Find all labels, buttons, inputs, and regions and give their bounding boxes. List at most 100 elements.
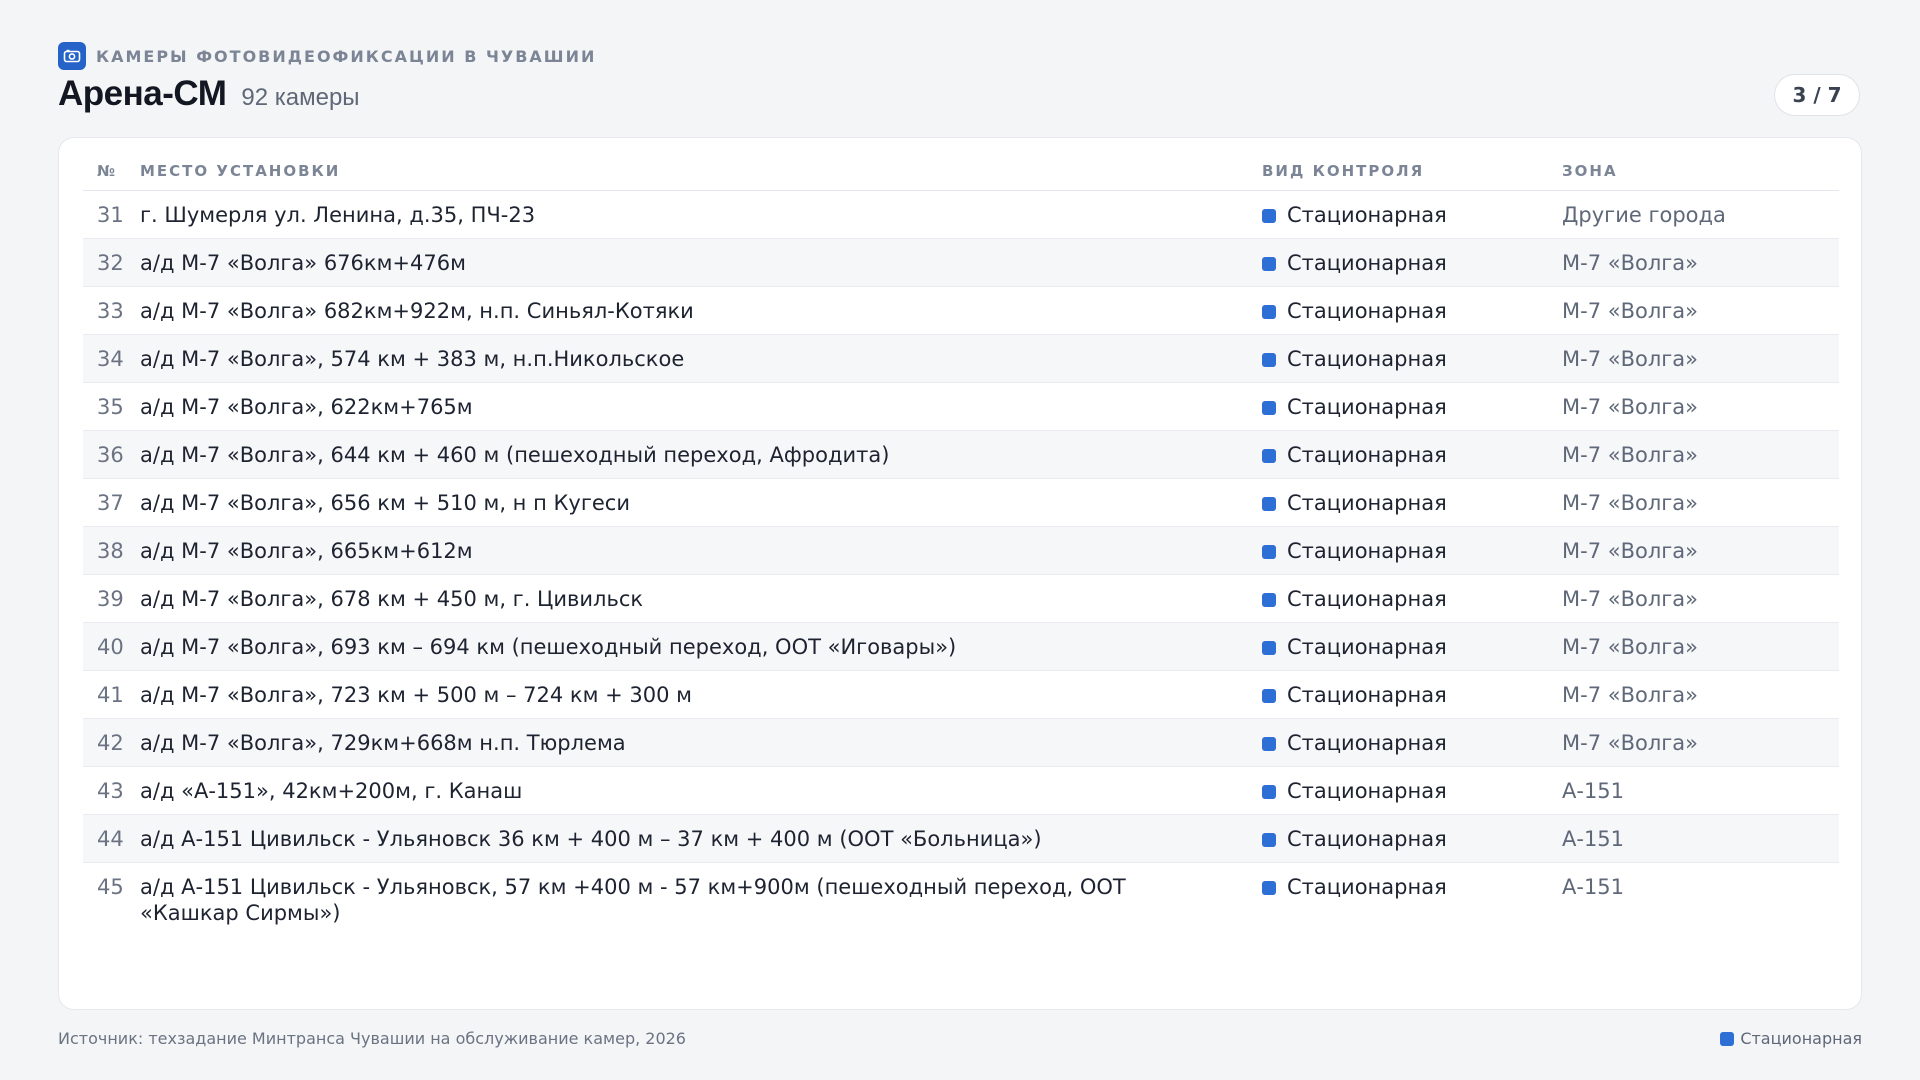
- row-place: а/д М-7 «Волга», 665км+612м: [140, 526, 1262, 575]
- type-label: Стационарная: [1287, 683, 1447, 707]
- row-place: а/д «А-151», 42км+200м, г. Канаш: [140, 766, 1262, 815]
- page-header: Арена-СМ 92 камеры: [58, 74, 360, 114]
- type-label: Стационарная: [1287, 827, 1447, 851]
- row-control-type: Стационарная: [1262, 718, 1562, 767]
- row-zone: М-7 «Волга»: [1562, 670, 1839, 719]
- column-header-num: №: [83, 152, 140, 191]
- table-row: 32 а/д М-7 «Волга» 676км+476м Стационарная…: [83, 238, 1839, 287]
- row-control-type: Стационарная: [1262, 622, 1562, 671]
- page-title: Арена-СМ: [58, 74, 227, 113]
- type-label: Стационарная: [1287, 779, 1447, 803]
- row-place: а/д М-7 «Волга», 656 км + 510 м, н п Куг…: [140, 478, 1262, 527]
- camera-icon: [58, 42, 86, 70]
- type-label: Стационарная: [1287, 587, 1447, 611]
- type-marker: [1262, 593, 1276, 607]
- table-row: 36 а/д М-7 «Волга», 644 км + 460 м (пешех…: [83, 430, 1839, 479]
- row-zone: М-7 «Волга»: [1562, 526, 1839, 575]
- type-label: Стационарная: [1287, 539, 1447, 563]
- row-number: 37: [83, 478, 140, 527]
- row-number: 35: [83, 382, 140, 431]
- row-number: 42: [83, 718, 140, 767]
- row-number: 36: [83, 430, 140, 479]
- cameras-table: № МЕСТО УСТАНОВКИ ВИД КОНТРОЛЯ ЗОНА 31 г.…: [83, 152, 1839, 933]
- row-zone: А-151: [1562, 814, 1839, 863]
- row-place: а/д М-7 «Волга», 644 км + 460 м (пешеход…: [140, 430, 1262, 479]
- camera-count: 92 камеры: [241, 84, 360, 111]
- row-number: 45: [97, 875, 124, 899]
- row-zone: М-7 «Волга»: [1562, 238, 1839, 287]
- type-marker: [1262, 305, 1276, 319]
- table-row: 34 а/д М-7 «Волга», 574 км + 383 м, н.п.Н…: [83, 334, 1839, 383]
- table-row: 37 а/д М-7 «Волга», 656 км + 510 м, н п К…: [83, 478, 1839, 527]
- row-number: 43: [83, 766, 140, 815]
- type-label: Стационарная: [1287, 491, 1447, 515]
- row-control-type: Стационарная: [1262, 478, 1562, 527]
- row-control-type: Стационарная: [1262, 766, 1562, 815]
- row-zone: М-7 «Волга»: [1562, 286, 1839, 335]
- type-marker: [1262, 497, 1276, 511]
- type-marker: [1262, 545, 1276, 559]
- type-marker: [1262, 449, 1276, 463]
- row-zone: М-7 «Волга»: [1562, 478, 1839, 527]
- legend: Стационарная: [1720, 1029, 1862, 1048]
- row-control-type: Стационарная: [1262, 334, 1562, 383]
- row-number: 31: [83, 190, 140, 239]
- table-row: 45 а/д А-151 Цивильск - Ульяновск, 57 км …: [83, 863, 1839, 933]
- row-place: а/д М-7 «Волга», 574 км + 383 м, н.п.Ник…: [140, 334, 1262, 383]
- row-place: а/д М-7 «Волга» 676км+476м: [140, 238, 1262, 287]
- column-header-type: ВИД КОНТРОЛЯ: [1262, 152, 1562, 191]
- column-header-zone: ЗОНА: [1562, 152, 1839, 191]
- row-zone: А-151: [1562, 766, 1839, 815]
- table-row: 31 г. Шумерля ул. Ленина, д.35, ПЧ-23 Стац…: [83, 190, 1839, 239]
- table-row: 41 а/д М-7 «Волга», 723 км + 500 м – 724 …: [83, 670, 1839, 719]
- row-place: а/д М-7 «Волга», 723 км + 500 м – 724 км…: [140, 670, 1262, 719]
- row-control-type: Стационарная: [1262, 190, 1562, 239]
- row-control-type: Стационарная: [1262, 286, 1562, 335]
- legend-swatch: [1720, 1031, 1735, 1046]
- row-number: 40: [83, 622, 140, 671]
- type-marker: [1262, 737, 1276, 751]
- type-marker: [1262, 209, 1276, 223]
- row-number: 39: [83, 574, 140, 623]
- kicker: КАМЕРЫ ФОТОВИДЕОФИКСАЦИИ В ЧУВАШИИ: [58, 42, 596, 70]
- table-row: 38 а/д М-7 «Волга», 665км+612м Стационарна…: [83, 526, 1839, 575]
- row-zone: М-7 «Волга»: [1562, 574, 1839, 623]
- type-marker: [1262, 401, 1276, 415]
- kicker-text: КАМЕРЫ ФОТОВИДЕОФИКСАЦИИ В ЧУВАШИИ: [96, 46, 597, 66]
- row-zone: М-7 «Волга»: [1562, 430, 1839, 479]
- row-number: 41: [83, 670, 140, 719]
- type-marker: [1262, 833, 1276, 847]
- row-zone: М-7 «Волга»: [1562, 718, 1839, 767]
- type-label: Стационарная: [1287, 203, 1447, 227]
- row-control-type: Стационарная: [1262, 430, 1562, 479]
- type-label: Стационарная: [1287, 443, 1447, 467]
- type-label: Стационарная: [1287, 251, 1447, 275]
- table-row: 40 а/д М-7 «Волга», 693 км – 694 км (пеше…: [83, 622, 1839, 671]
- type-label: Стационарная: [1287, 299, 1447, 323]
- type-label: Стационарная: [1287, 347, 1447, 371]
- row-number: 38: [83, 526, 140, 575]
- type-marker: [1262, 785, 1276, 799]
- table-row: 43 а/д «А-151», 42км+200м, г. Канаш Стацио…: [83, 766, 1839, 815]
- column-header-place: МЕСТО УСТАНОВКИ: [140, 152, 1262, 191]
- type-label: Стационарная: [1287, 635, 1447, 659]
- table-body: 31 г. Шумерля ул. Ленина, д.35, ПЧ-23 Стац…: [83, 190, 1839, 933]
- table-row: 42 а/д М-7 «Волга», 729км+668м н.п. Тюрле…: [83, 718, 1839, 767]
- legend-label: Стационарная: [1740, 1029, 1862, 1048]
- type-label: Стационарная: [1287, 875, 1447, 899]
- row-place: а/д А-151 Цивильск - Ульяновск 36 км + 4…: [140, 814, 1262, 863]
- row-zone: А-151: [1562, 875, 1625, 899]
- row-number: 44: [83, 814, 140, 863]
- row-control-type: Стационарная: [1262, 670, 1562, 719]
- type-marker: [1262, 881, 1276, 895]
- row-control-type: Стационарная: [1262, 238, 1562, 287]
- row-zone: Другие города: [1562, 190, 1839, 239]
- row-number: 34: [83, 334, 140, 383]
- table-row: 33 а/д М-7 «Волга» 682км+922м, н.п. Синья…: [83, 286, 1839, 335]
- table-row: 39 а/д М-7 «Волга», 678 км + 450 м, г. Ци…: [83, 574, 1839, 623]
- row-control-type: Стационарная: [1262, 863, 1562, 933]
- row-place: а/д М-7 «Волга» 682км+922м, н.п. Синьял-…: [140, 286, 1262, 335]
- row-zone: М-7 «Волга»: [1562, 622, 1839, 671]
- row-control-type: Стационарная: [1262, 814, 1562, 863]
- table-row: 35 а/д М-7 «Волга», 622км+765м Стационарна…: [83, 382, 1839, 431]
